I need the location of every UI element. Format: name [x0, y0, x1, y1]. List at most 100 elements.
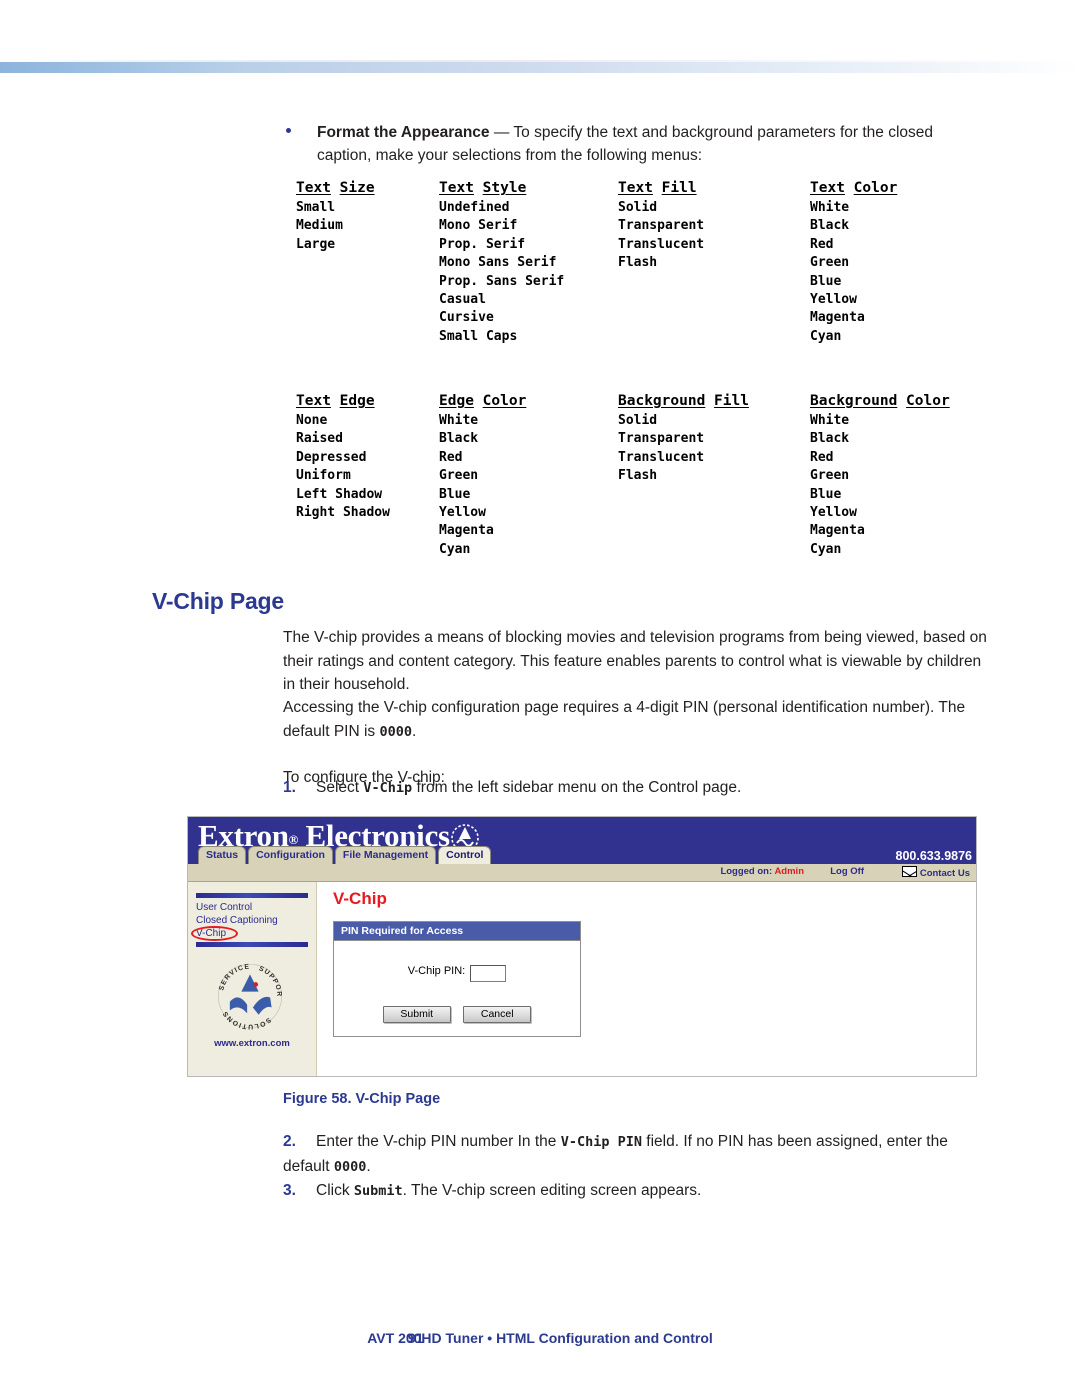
- menu-item: Small: [296, 200, 336, 215]
- logo-registered-icon: ®: [288, 832, 299, 847]
- contact-us-label: Contact Us: [919, 868, 970, 879]
- sidebar-item-user-control[interactable]: User Control: [196, 901, 314, 914]
- step-3-text-a: Click: [316, 1182, 354, 1199]
- menu-item: Red: [810, 236, 834, 252]
- figure-vchip-page-screenshot: Extron® Electronics Status Configuration…: [187, 816, 977, 1077]
- step-1-body: Select V-Chip from the left sidebar menu…: [316, 779, 741, 796]
- menu-item: Yellow: [439, 505, 486, 521]
- menu-header-word-1: Text: [810, 180, 845, 196]
- pin-info-b: .: [412, 722, 417, 740]
- menu-column-text-style: Text Style Undefined Mono Serif Prop. Se…: [439, 180, 564, 346]
- tab-control[interactable]: Control: [438, 846, 492, 864]
- menu-item: Translucent: [618, 449, 705, 465]
- menu-item: Solid: [618, 413, 658, 428]
- menu-item: Blue: [810, 486, 842, 502]
- pin-panel-header: PIN Required for Access: [334, 922, 580, 941]
- menu-header-word-1: Text: [296, 393, 331, 409]
- menu-item: Right Shadow: [296, 505, 390, 521]
- menu-item: Red: [439, 449, 463, 465]
- web-sub-bar: Logged on: Admin Log Off Contact Us: [188, 864, 976, 882]
- menu-column-header: Background Fill: [618, 393, 749, 409]
- menu-column-header: Text Fill: [618, 180, 704, 196]
- paragraph-pin-info: Accessing the V-chip configuration page …: [283, 696, 989, 744]
- menu-column-text-fill: Text Fill Solid Transparent Translucent …: [618, 180, 704, 273]
- menu-item: Prop. Serif: [439, 236, 526, 252]
- step-2-field-code: V-Chip PIN: [560, 1134, 642, 1150]
- intro-bullet: Format the Appearance — To specify the t…: [282, 121, 982, 167]
- step-2-text-c: .: [366, 1157, 371, 1175]
- menu-column-header: Text Size: [296, 180, 375, 196]
- menu-column-edge-color: Edge Color White Black Red Green Blue Ye…: [439, 393, 526, 559]
- top-decorative-band: [0, 62, 1080, 73]
- step-1-number: 1.: [283, 779, 296, 796]
- menu-column-header: Text Edge: [296, 393, 390, 409]
- menu-item: Black: [439, 431, 479, 447]
- step-3-body: Click Submit. The V-chip screen editing …: [316, 1182, 701, 1199]
- menu-header-word-2: Fill: [661, 180, 697, 196]
- step-3-number: 3.: [283, 1182, 296, 1199]
- paragraph-overview: The V-chip provides a means of blocking …: [283, 629, 987, 693]
- sidebar-rule-bottom: [196, 942, 308, 947]
- step-1-text-b: from the left sidebar menu on the Contro…: [412, 779, 742, 796]
- page-title: V-Chip Page: [152, 588, 284, 614]
- web-page-heading: V-Chip: [333, 889, 387, 908]
- web-tab-bar[interactable]: Status Configuration File Management Con…: [198, 846, 492, 864]
- menu-item: Magenta: [810, 523, 865, 539]
- menu-item: Mono Sans Serif: [439, 255, 557, 271]
- menu-item: White: [810, 413, 850, 428]
- menu-header-word-2: Color: [906, 393, 950, 409]
- menu-item: Small Caps: [439, 328, 518, 344]
- page-footer: AVT 200HD Tuner • HTML Configuration and…: [0, 1330, 1080, 1348]
- menu-header-word-2: Fill: [714, 393, 749, 409]
- menu-item: White: [439, 413, 479, 428]
- menu-item: Large: [296, 236, 336, 252]
- menu-header-word-2: Edge: [339, 393, 375, 409]
- menu-item: White: [810, 200, 850, 215]
- menu-item: Left Shadow: [296, 486, 383, 502]
- step-1-code: V-Chip: [363, 780, 413, 796]
- sidebar-rule-top: [196, 893, 308, 898]
- extron-website-url[interactable]: www.extron.com: [188, 1038, 316, 1049]
- pin-panel-buttons: Submit Cancel: [334, 1004, 580, 1023]
- menu-item: Green: [810, 468, 850, 484]
- menu-header-word-2: Color: [482, 393, 527, 409]
- menu-item: Mono Serif: [439, 218, 518, 234]
- tab-file-management[interactable]: File Management: [334, 846, 437, 864]
- menu-item: Yellow: [810, 292, 857, 308]
- menu-item: Blue: [810, 273, 842, 289]
- menu-column-text-size: Text Size Small Medium Large: [296, 180, 375, 254]
- menu-column-header: Background Color: [810, 393, 950, 409]
- menu-column-text-color: Text Color White Black Red Green Blue Ye…: [810, 180, 897, 346]
- menu-item: Green: [810, 255, 850, 271]
- menu-item: Flash: [618, 468, 658, 484]
- menu-item: Blue: [439, 486, 471, 502]
- tab-status[interactable]: Status: [198, 846, 247, 864]
- menu-item: Uniform: [296, 468, 351, 484]
- menu-item: Solid: [618, 200, 658, 215]
- phone-number: 800.633.9876: [895, 849, 972, 863]
- menu-header-word-2: Style: [482, 180, 527, 196]
- pin-field-label: V-Chip PIN:: [407, 965, 466, 978]
- step-2-default-pin-code: 0000: [333, 1158, 367, 1175]
- cancel-button[interactable]: Cancel: [463, 1006, 532, 1023]
- pin-required-panel: PIN Required for Access V-Chip PIN: Subm…: [333, 921, 581, 1037]
- menu-header-word-1: Text: [296, 180, 331, 196]
- submit-button[interactable]: Submit: [382, 1006, 451, 1023]
- menu-item: Medium: [296, 218, 343, 234]
- step-3-text-b: . The V-chip screen editing screen appea…: [402, 1182, 702, 1199]
- menu-item: Magenta: [439, 523, 494, 539]
- logged-on-label: Logged on:: [720, 866, 775, 877]
- step-1: 1. Select V-Chip from the left sidebar m…: [283, 776, 993, 801]
- menu-column-background-color: Background Color White Black Red Green B…: [810, 393, 950, 559]
- menu-item: Black: [810, 431, 850, 447]
- web-header: Extron® Electronics Status Configuration…: [188, 817, 976, 864]
- tab-configuration[interactable]: Configuration: [248, 846, 333, 864]
- vchip-pin-input[interactable]: [470, 965, 507, 982]
- pin-input-row: V-Chip PIN:: [334, 965, 580, 982]
- menu-item: Depressed: [296, 449, 367, 465]
- contact-us-link[interactable]: Contact Us: [901, 866, 970, 879]
- log-off-link[interactable]: Log Off: [830, 866, 864, 877]
- menu-item: Magenta: [810, 310, 865, 326]
- menu-column-header: Text Style: [439, 180, 564, 196]
- step-2-body: Enter the V-chip PIN number In the V-Chi…: [283, 1133, 948, 1175]
